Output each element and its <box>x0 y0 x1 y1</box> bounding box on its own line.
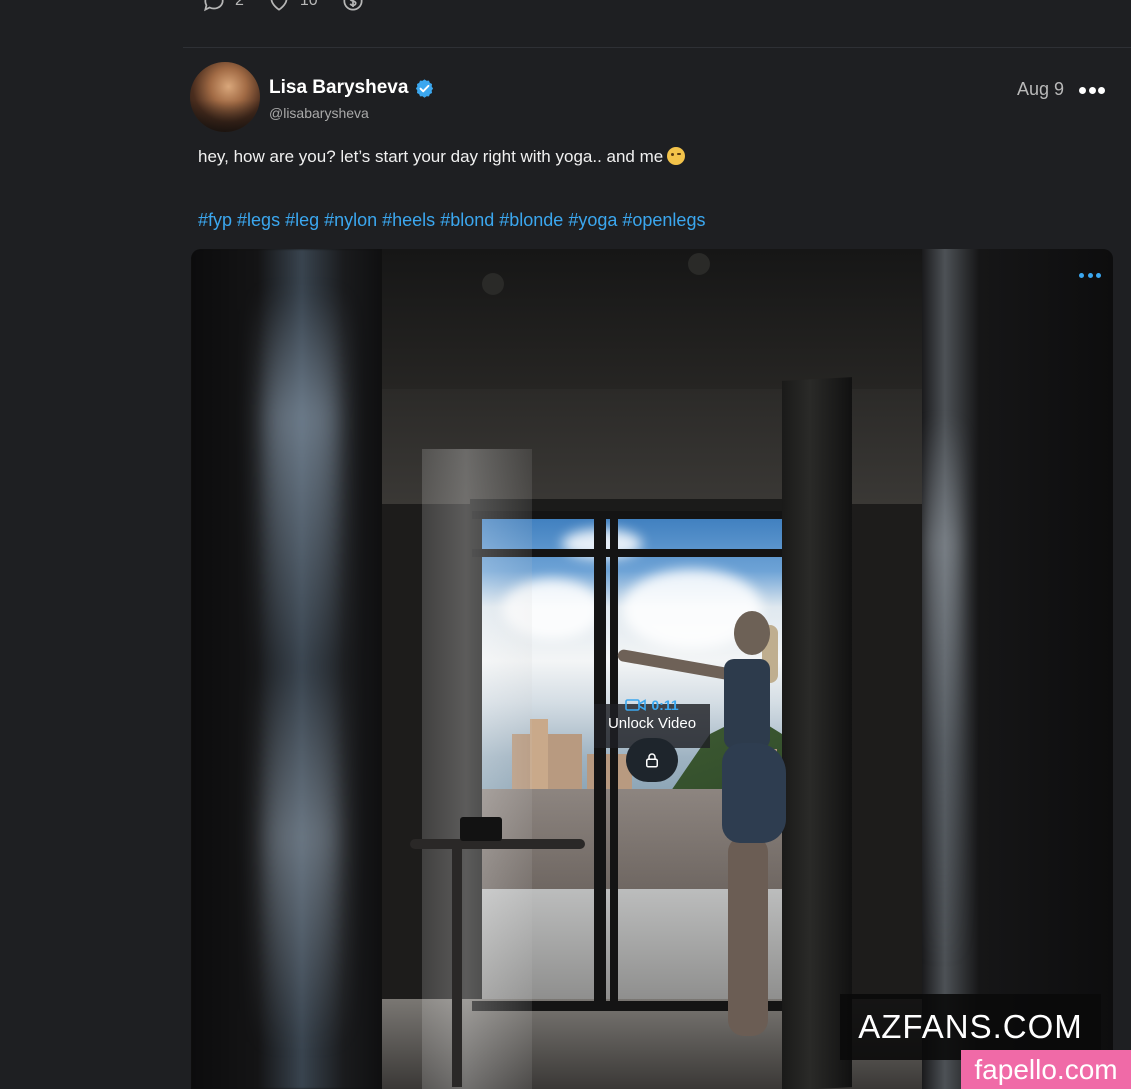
post-media[interactable]: 0:11 Unlock Video <box>191 249 1113 1089</box>
author-display-name[interactable]: Lisa Barysheva <box>269 77 408 99</box>
unlock-button[interactable] <box>626 738 678 782</box>
post-body: hey, how are you? let’s start your day r… <box>198 147 664 166</box>
hashtag[interactable]: #blonde <box>499 210 563 231</box>
comment-button[interactable]: 2 <box>201 0 244 14</box>
video-duration: 0:11 <box>651 697 679 713</box>
tip-button[interactable] <box>340 0 366 14</box>
media-blur-left <box>191 249 382 1089</box>
hashtag[interactable]: #leg <box>285 210 319 231</box>
more-dots-icon[interactable] <box>1079 80 1105 100</box>
media-more-dots-icon[interactable] <box>1079 271 1101 279</box>
hashtag[interactable]: #yoga <box>568 210 617 231</box>
video-preview-image <box>382 249 922 1089</box>
unlock-video-label[interactable]: Unlock Video <box>594 715 710 732</box>
feed: 2 10 Lisa Barysheva @lisabarysheva Aug 9… <box>183 0 1131 1089</box>
hashtag[interactable]: #openlegs <box>622 210 705 231</box>
dollar-coin-icon <box>343 0 363 11</box>
post-card: Lisa Barysheva @lisabarysheva Aug 9 hey,… <box>183 48 1131 1089</box>
author-name-row: Lisa Barysheva <box>269 77 435 99</box>
hashtag[interactable]: #fyp <box>198 210 232 231</box>
post-text: hey, how are you? let’s start your day r… <box>198 147 686 167</box>
verified-badge-icon <box>416 78 434 98</box>
fapello-watermark: fapello.com <box>961 1050 1131 1089</box>
author-handle[interactable]: @lisabarysheva <box>269 105 369 121</box>
comment-icon <box>204 0 224 12</box>
hashtag[interactable]: #legs <box>237 210 280 231</box>
page: 2 10 Lisa Barysheva @lisabarysheva Aug 9… <box>0 0 1131 1089</box>
comment-count: 2 <box>235 0 244 9</box>
media-blur-right <box>922 249 1113 1089</box>
left-gutter <box>0 0 183 1089</box>
hashtag[interactable]: #heels <box>382 210 435 231</box>
video-camera-icon <box>625 699 647 711</box>
heart-icon <box>270 0 288 11</box>
like-button[interactable]: 10 <box>266 0 318 14</box>
winking-emoji-icon <box>667 147 686 165</box>
hashtag-list: #fyp #legs #leg #nylon #heels #blond #bl… <box>198 210 705 231</box>
lock-icon <box>646 753 658 768</box>
avatar[interactable] <box>190 62 260 132</box>
hashtag[interactable]: #nylon <box>324 210 377 231</box>
previous-post-actions: 2 10 <box>201 0 366 14</box>
post-date[interactable]: Aug 9 <box>1017 79 1064 100</box>
like-count: 10 <box>299 0 318 9</box>
hashtag[interactable]: #blond <box>440 210 494 231</box>
unlock-video-overlay: 0:11 Unlock Video <box>594 696 710 786</box>
video-duration-row: 0:11 <box>594 696 710 714</box>
